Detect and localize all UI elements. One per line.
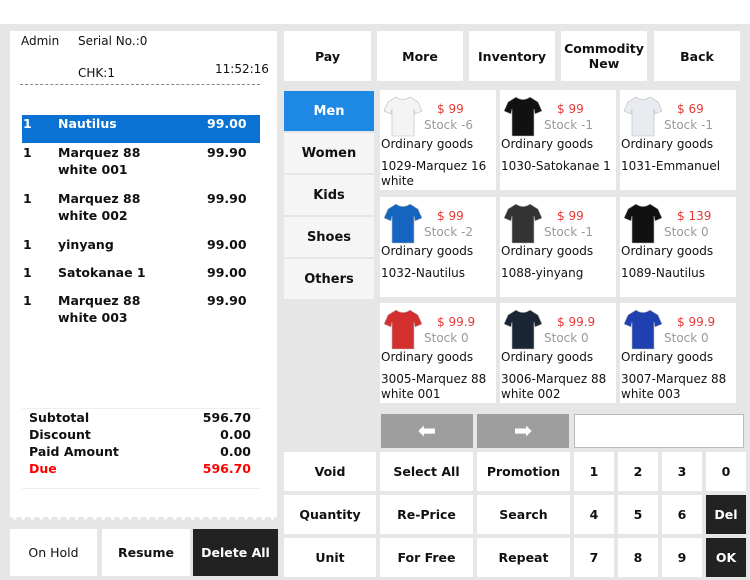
- tshirt-icon: [624, 203, 662, 243]
- keypad-key[interactable]: 9: [662, 538, 702, 577]
- divider: [22, 488, 260, 489]
- tshirt-icon: [384, 309, 422, 350]
- category-tab[interactable]: Kids: [284, 175, 374, 215]
- reprice-button[interactable]: Re-Price: [380, 495, 473, 534]
- on-hold-button[interactable]: On Hold: [10, 529, 97, 576]
- divider: [20, 84, 260, 85]
- product-card[interactable]: $ 99.9 Stock 0 Ordinary goods 3007-Marqu…: [620, 303, 736, 403]
- cart-item[interactable]: 1 Nautilus 99.00: [22, 115, 260, 143]
- product-card[interactable]: $ 99 Stock -6 Ordinary goods 1029-Marque…: [380, 90, 496, 190]
- input-field[interactable]: [574, 414, 744, 448]
- ok-button[interactable]: OK: [706, 538, 746, 577]
- product-card[interactable]: $ 139 Stock 0 Ordinary goods 1089-Nautil…: [620, 196, 736, 297]
- arrow-left-icon: ⬅: [417, 418, 437, 444]
- tshirt-icon: [504, 309, 542, 350]
- product-card[interactable]: $ 99.9 Stock 0 Ordinary goods 3005-Marqu…: [380, 303, 496, 403]
- tshirt-icon: [624, 309, 662, 350]
- keypad-key[interactable]: 3: [662, 452, 702, 491]
- keypad-key[interactable]: 7: [574, 538, 614, 577]
- category-tab[interactable]: Others: [284, 259, 374, 299]
- keypad-key[interactable]: 1: [574, 452, 614, 491]
- time-label: 11:52:16: [215, 62, 269, 76]
- product-card[interactable]: $ 99 Stock -2 Ordinary goods 1032-Nautil…: [380, 196, 496, 297]
- promotion-button[interactable]: Promotion: [477, 452, 570, 491]
- keypad-key[interactable]: 4: [574, 495, 614, 534]
- commodity-new-button[interactable]: Commodity New: [561, 31, 647, 81]
- quantity-button[interactable]: Quantity: [284, 495, 376, 534]
- keypad-key[interactable]: 2: [618, 452, 658, 491]
- user-label: Admin: [21, 34, 60, 48]
- unit-button[interactable]: Unit: [284, 538, 376, 577]
- next-page-button[interactable]: ➡: [477, 414, 569, 448]
- checkout-label: CHK:1: [78, 66, 115, 80]
- pos-window: Admin Serial No.:0 CHK:1 11:52:16 1 Naut…: [0, 24, 750, 580]
- select-all-button[interactable]: Select All: [380, 452, 473, 491]
- tshirt-icon: [504, 203, 542, 243]
- del-button[interactable]: Del: [706, 495, 746, 534]
- arrow-right-icon: ➡: [513, 418, 533, 444]
- keypad-key[interactable]: 5: [618, 495, 658, 534]
- discount-row: Discount 0.00: [29, 427, 251, 442]
- receipt-zigzag-edge: [10, 513, 277, 521]
- inventory-button[interactable]: Inventory: [469, 31, 555, 81]
- pay-button[interactable]: Pay: [284, 31, 371, 81]
- prev-page-button[interactable]: ⬅: [381, 414, 473, 448]
- keypad-key[interactable]: 0: [706, 452, 746, 491]
- resume-button[interactable]: Resume: [102, 529, 190, 576]
- subtotal-row: Subtotal 596.70: [29, 410, 251, 425]
- product-card[interactable]: $ 99.9 Stock 0 Ordinary goods 3006-Marqu…: [500, 303, 616, 403]
- category-tab[interactable]: Men: [284, 91, 374, 131]
- due-row: Due 596.70: [29, 461, 251, 476]
- category-tab[interactable]: Women: [284, 133, 374, 173]
- tshirt-icon: [384, 203, 422, 243]
- product-card[interactable]: $ 69 Stock -1 Ordinary goods 1031-Emmanu…: [620, 90, 736, 190]
- serial-label: Serial No.:0: [78, 34, 148, 48]
- keypad-key[interactable]: 8: [618, 538, 658, 577]
- search-button[interactable]: Search: [477, 495, 570, 534]
- paid-row: Paid Amount 0.00: [29, 444, 251, 459]
- more-button[interactable]: More: [377, 31, 463, 81]
- back-button[interactable]: Back: [654, 31, 740, 81]
- tshirt-icon: [384, 96, 422, 137]
- repeat-button[interactable]: Repeat: [477, 538, 570, 577]
- delete-all-button[interactable]: Delete All: [193, 529, 278, 576]
- tshirt-icon: [624, 96, 662, 137]
- receipt-panel: Admin Serial No.:0 CHK:1 11:52:16 1 Naut…: [10, 31, 277, 517]
- category-tab[interactable]: Shoes: [284, 217, 374, 257]
- product-card[interactable]: $ 99 Stock -1 Ordinary goods 1030-Satoka…: [500, 90, 616, 190]
- keypad-key[interactable]: 6: [662, 495, 702, 534]
- product-card[interactable]: $ 99 Stock -1 Ordinary goods 1088-yinyan…: [500, 196, 616, 297]
- for-free-button[interactable]: For Free: [380, 538, 473, 577]
- void-button[interactable]: Void: [284, 452, 376, 491]
- tshirt-icon: [504, 96, 542, 137]
